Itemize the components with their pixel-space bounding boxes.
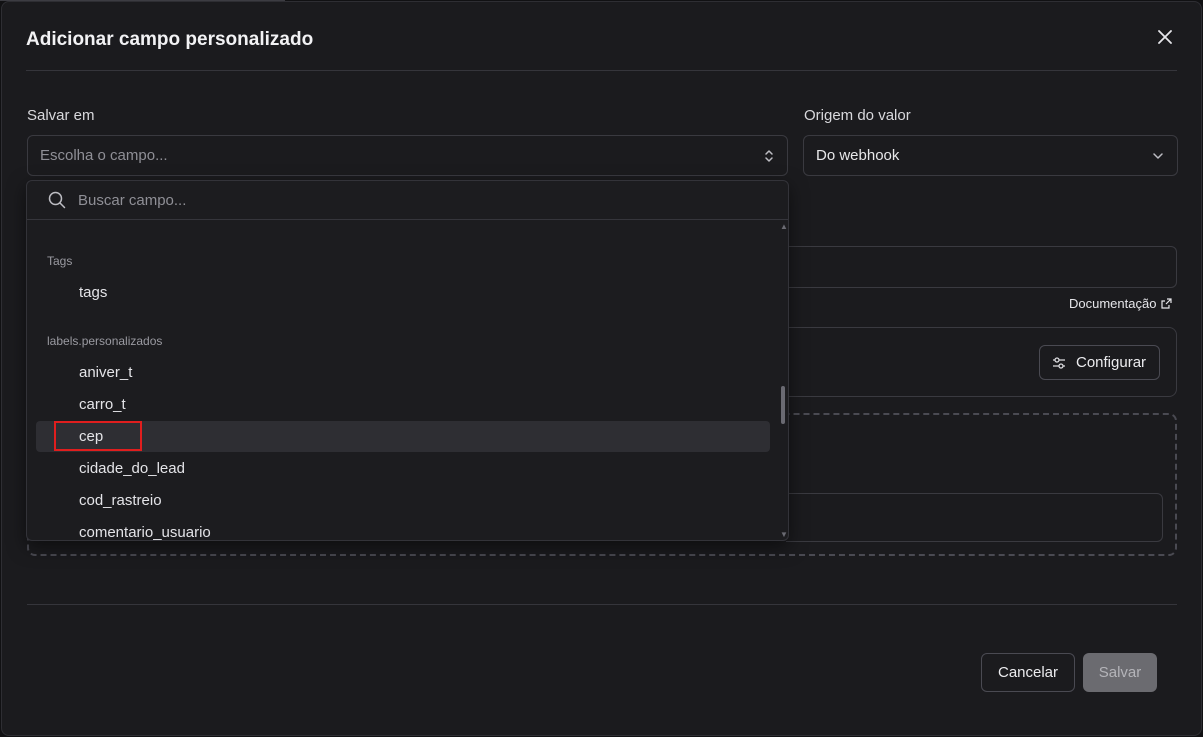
scrollbar-thumb[interactable]	[781, 386, 785, 424]
search-icon	[48, 191, 66, 209]
scroll-down-arrow[interactable]: ▼	[780, 530, 788, 539]
highlight-box	[54, 421, 142, 451]
dropdown-search[interactable]: Buscar campo...	[27, 181, 788, 220]
field-dropdown: Buscar campo... Tags tags labels.persona…	[26, 180, 789, 541]
option-cep[interactable]: cep	[36, 421, 770, 452]
value-source-select[interactable]: Do webhook	[803, 135, 1178, 176]
value-source-label: Origem do valor	[804, 107, 911, 124]
documentation-link[interactable]: Documentação	[1069, 296, 1173, 311]
modal-title: Adicionar campo personalizado	[26, 29, 314, 50]
header-divider	[26, 70, 1177, 71]
scroll-up-arrow[interactable]: ▲	[780, 222, 788, 231]
close-button[interactable]	[1154, 26, 1176, 48]
option-comentario-usuario[interactable]: comentario_usuario	[36, 517, 770, 540]
group-label-custom: labels.personalizados	[47, 334, 163, 348]
value-source-value: Do webhook	[816, 147, 900, 164]
option-tags[interactable]: tags	[36, 277, 770, 308]
configure-button-label: Configurar	[1076, 354, 1147, 371]
group-label-tags: Tags	[47, 254, 73, 268]
chevron-up-down-icon	[765, 149, 773, 162]
configure-button[interactable]: Configurar	[1039, 345, 1160, 380]
option-aniver-t[interactable]: aniver_t	[36, 357, 770, 388]
chevron-down-icon	[1153, 152, 1163, 159]
search-placeholder: Buscar campo...	[78, 191, 187, 209]
option-cidade-do-lead[interactable]: cidade_do_lead	[36, 453, 770, 484]
option-cod-rastreio[interactable]: cod_rastreio	[36, 485, 770, 516]
sliders-icon	[1053, 356, 1065, 369]
save-in-placeholder: Escolha o campo...	[40, 147, 168, 164]
endpoint-input[interactable]	[786, 246, 1177, 288]
footer-divider	[27, 604, 1177, 605]
save-in-label: Salvar em	[27, 107, 95, 124]
close-icon	[1158, 30, 1172, 44]
documentation-link-label: Documentação	[1069, 296, 1157, 311]
cancel-button[interactable]: Cancelar	[981, 653, 1075, 692]
dropdown-scrollbar[interactable]	[779, 221, 788, 540]
mapping-input[interactable]	[786, 493, 1163, 542]
save-in-select[interactable]: Escolha o campo...	[27, 135, 788, 176]
external-link-icon	[1161, 298, 1173, 309]
option-carro-t[interactable]: carro_t	[36, 389, 770, 420]
save-button[interactable]: Salvar	[1083, 653, 1157, 692]
